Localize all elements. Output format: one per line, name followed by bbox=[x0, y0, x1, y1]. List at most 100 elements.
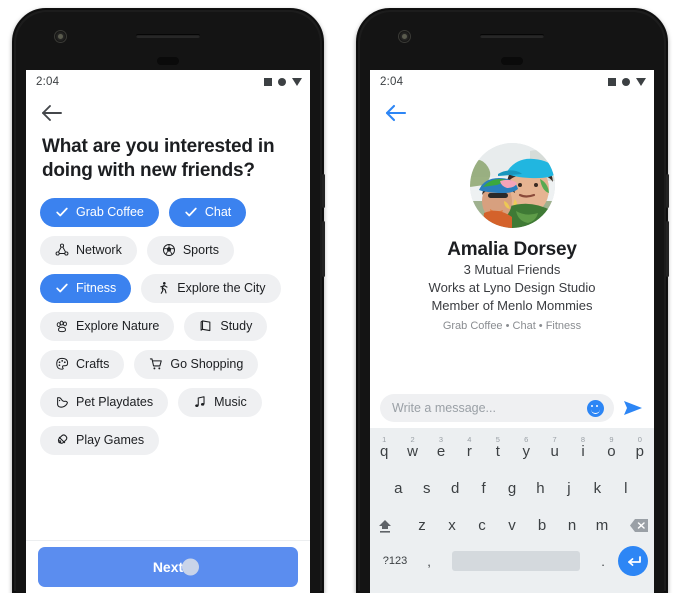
key-h[interactable]: h bbox=[527, 472, 553, 506]
status-time: 2:04 bbox=[380, 75, 404, 88]
key-letter-label: p bbox=[635, 443, 644, 460]
key-letter-label: q bbox=[380, 443, 389, 460]
chip-crafts[interactable]: Crafts bbox=[40, 349, 125, 379]
key-z[interactable]: z bbox=[408, 509, 436, 543]
shift-icon[interactable] bbox=[372, 518, 398, 534]
key-letter-label: u bbox=[550, 443, 559, 460]
chip-explore-nature[interactable]: Explore Nature bbox=[40, 311, 175, 341]
smiley-icon[interactable] bbox=[587, 399, 604, 417]
key-g[interactable]: g bbox=[499, 472, 525, 506]
left-screen: 2:04 What are you interested in doing wi… bbox=[26, 70, 310, 593]
status-icons bbox=[264, 77, 302, 86]
key-j[interactable]: j bbox=[556, 472, 582, 506]
chip-explore-the-city[interactable]: Explore the City bbox=[141, 273, 281, 303]
soccer-ball-icon bbox=[162, 243, 176, 257]
page-title: What are you interested in doing with ne… bbox=[42, 136, 275, 182]
power-button[interactable] bbox=[666, 174, 669, 208]
chip-label: Play Games bbox=[76, 433, 145, 448]
key-f[interactable]: f bbox=[470, 472, 496, 506]
chip-music[interactable]: Music bbox=[178, 387, 262, 417]
message-input[interactable] bbox=[390, 400, 587, 416]
key-e[interactable]: 3e bbox=[428, 435, 454, 469]
right-screen: 2:04 Amalia Dorsey 3 Mutual Friends Work… bbox=[370, 70, 654, 593]
avatar[interactable] bbox=[469, 143, 555, 228]
back-arrow-icon[interactable] bbox=[40, 103, 310, 123]
chip-grab-coffee[interactable]: Grab Coffee bbox=[40, 197, 159, 227]
chip-study[interactable]: Study bbox=[184, 311, 268, 341]
key-k[interactable]: k bbox=[584, 472, 610, 506]
mouse-cursor-indicator bbox=[182, 558, 199, 576]
key-number-label: 4 bbox=[467, 434, 472, 444]
chip-label: Crafts bbox=[76, 357, 110, 372]
key-r[interactable]: 4r bbox=[456, 435, 482, 469]
chip-chat[interactable]: Chat bbox=[168, 197, 247, 227]
earpiece-speaker bbox=[480, 34, 544, 38]
key-u[interactable]: 7u bbox=[541, 435, 567, 469]
backspace-icon[interactable] bbox=[626, 518, 652, 533]
square-icon bbox=[608, 77, 616, 86]
walking-icon bbox=[156, 281, 170, 295]
key-d[interactable]: d bbox=[442, 472, 468, 506]
key-w[interactable]: 2w bbox=[399, 435, 425, 469]
network-icon bbox=[55, 243, 69, 257]
key-letter-label: o bbox=[607, 443, 616, 460]
chip-network[interactable]: Network bbox=[40, 235, 137, 265]
chip-label: Study bbox=[220, 319, 253, 334]
key-number-label: 5 bbox=[495, 434, 500, 444]
key-s[interactable]: s bbox=[413, 472, 439, 506]
key-p[interactable]: 0p bbox=[627, 435, 653, 469]
key-n[interactable]: n bbox=[558, 509, 586, 543]
chip-label: Music bbox=[214, 395, 247, 410]
key-x[interactable]: x bbox=[438, 509, 466, 543]
sensor-pill bbox=[501, 57, 523, 65]
key-a[interactable]: a bbox=[385, 472, 411, 506]
chip-play-games[interactable]: Play Games bbox=[40, 425, 160, 455]
chip-label: Go Shopping bbox=[170, 357, 244, 372]
chip-sports[interactable]: Sports bbox=[146, 235, 234, 265]
chip-pet-playdates[interactable]: Pet Playdates bbox=[40, 387, 169, 417]
key-o[interactable]: 9o bbox=[598, 435, 624, 469]
sensor-pill bbox=[157, 57, 179, 65]
paw-icon bbox=[55, 319, 69, 333]
key-v[interactable]: v bbox=[498, 509, 526, 543]
space-key[interactable] bbox=[452, 551, 580, 571]
key-y[interactable]: 6y bbox=[513, 435, 539, 469]
comma-key[interactable]: , bbox=[420, 554, 438, 569]
key-t[interactable]: 5t bbox=[485, 435, 511, 469]
chip-go-shopping[interactable]: Go Shopping bbox=[134, 349, 259, 379]
symbols-key[interactable]: ?123 bbox=[376, 555, 414, 567]
status-bar: 2:04 bbox=[26, 70, 310, 93]
key-b[interactable]: b bbox=[528, 509, 556, 543]
key-l[interactable]: l bbox=[613, 472, 639, 506]
chip-label: Explore the City bbox=[177, 281, 266, 296]
key-letter-label: w bbox=[407, 443, 418, 460]
triangle-icon bbox=[636, 77, 646, 86]
back-arrow-icon[interactable] bbox=[384, 103, 654, 123]
chip-fitness[interactable]: Fitness bbox=[40, 273, 132, 303]
chip-label: Network bbox=[76, 243, 122, 258]
key-c[interactable]: c bbox=[468, 509, 496, 543]
key-letter-label: i bbox=[581, 443, 585, 460]
key-i[interactable]: 8i bbox=[570, 435, 596, 469]
next-button-container: Next bbox=[38, 547, 298, 587]
profile-mutual-friends: 3 Mutual Friends bbox=[463, 262, 561, 277]
key-m[interactable]: m bbox=[588, 509, 616, 543]
key-q[interactable]: 1q bbox=[371, 435, 397, 469]
chip-label: Explore Nature bbox=[76, 319, 160, 334]
palette-icon bbox=[55, 357, 69, 371]
status-icons bbox=[608, 77, 646, 86]
power-button[interactable] bbox=[322, 174, 325, 208]
volume-button[interactable] bbox=[666, 221, 669, 277]
next-button[interactable]: Next bbox=[38, 547, 298, 587]
volume-button[interactable] bbox=[322, 221, 325, 277]
left-phone: 2:04 What are you interested in doing wi… bbox=[12, 8, 325, 593]
keyboard-row-1: 1q2w3e4r5t6y7u8i9o0p bbox=[370, 433, 654, 470]
enter-icon[interactable] bbox=[618, 546, 648, 576]
right-phone: 2:04 Amalia Dorsey 3 Mutual Friends Work… bbox=[356, 8, 669, 593]
cart-icon bbox=[149, 357, 163, 371]
message-input-pill[interactable] bbox=[380, 394, 614, 422]
send-icon[interactable] bbox=[622, 399, 644, 417]
key-number-label: 3 bbox=[438, 434, 444, 444]
profile-work: Works at Lyno Design Studio bbox=[428, 279, 596, 295]
period-key[interactable]: . bbox=[594, 554, 612, 569]
